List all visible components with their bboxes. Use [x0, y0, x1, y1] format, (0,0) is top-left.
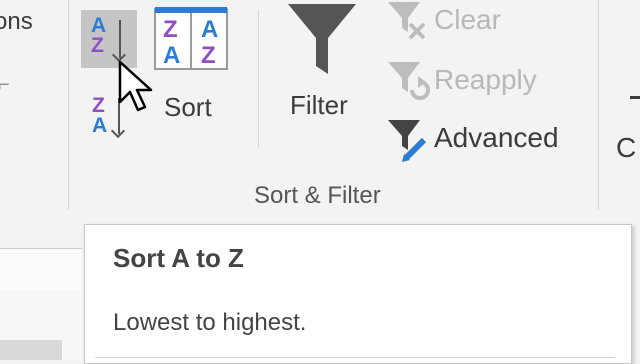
letter-a: A: [92, 114, 108, 137]
sort-grid-letter-4: Z: [201, 42, 216, 69]
tooltip-divider: [95, 357, 615, 358]
formula-bar-area: [0, 248, 82, 292]
partial-icon: ⌐: [0, 74, 10, 96]
partial-icon: [630, 96, 640, 99]
down-arrow-icon: [119, 20, 121, 58]
group-separator-right: [598, 0, 599, 210]
sort-a-to-z-tooltip: Sort A to Z Lowest to highest.: [84, 224, 632, 364]
letter-a: A: [91, 14, 107, 37]
sort-filter-group-label: Sort & Filter: [254, 182, 381, 209]
next-group-partial-label: C: [616, 132, 637, 163]
options-partial-label: ons: [0, 8, 33, 35]
reapply-button[interactable]: Reapply: [384, 60, 584, 110]
reapply-label: Reapply: [434, 64, 537, 95]
advanced-filter-button[interactable]: Advanced: [384, 118, 584, 168]
sort-a-to-z-icon: A Z: [91, 14, 107, 57]
sort-grid-letter-1: Z: [163, 16, 178, 43]
tooltip-description: Lowest to highest.: [113, 309, 307, 336]
sort-button-label: Sort: [164, 92, 212, 122]
clear-filter-button[interactable]: Clear: [384, 0, 584, 50]
filter-button-label: Filter: [290, 90, 348, 120]
filter-button[interactable]: Filter: [278, 0, 368, 128]
sort-grid-letter-3: A: [163, 42, 181, 69]
group-separator: [258, 10, 259, 148]
sort-z-to-a-icon: Z A: [92, 94, 108, 137]
sort-grid-letter-2: A: [201, 16, 219, 43]
letter-z: Z: [92, 94, 105, 117]
reapply-icon: [388, 62, 430, 100]
advanced-filter-icon: [388, 120, 427, 162]
sort-button[interactable]: Z A A Z Sort: [150, 4, 232, 128]
clear-filter-icon: [388, 2, 426, 40]
clear-label: Clear: [434, 4, 501, 35]
mouse-pointer-icon: [118, 60, 153, 112]
tooltip-title: Sort A to Z: [113, 243, 244, 273]
filter-funnel-icon: [288, 4, 356, 74]
letter-z: Z: [91, 34, 104, 57]
group-separator-left: [68, 0, 69, 210]
column-header: [0, 340, 62, 360]
advanced-label: Advanced: [434, 122, 559, 153]
data-ribbon: ons ⌐ A Z Z A Z A A Z Sort Filter Clear …: [0, 0, 640, 228]
